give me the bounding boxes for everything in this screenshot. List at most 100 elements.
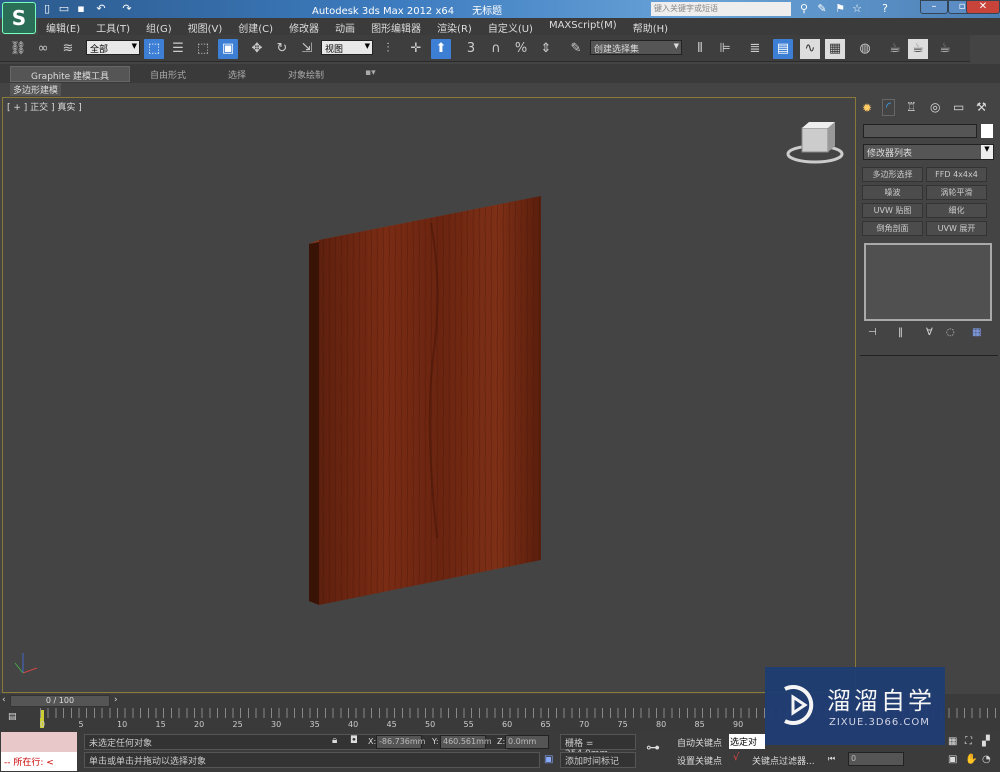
select-by-name-icon[interactable]: ☰ <box>168 39 188 59</box>
modifier-button-poly-select[interactable]: 多边形选择 <box>862 167 923 182</box>
redo-icon[interactable]: ↷ <box>120 2 134 16</box>
maxscript-listener[interactable] <box>1 732 77 752</box>
next-frame-icon[interactable]: › <box>114 695 118 705</box>
time-tag-icon[interactable]: ▣ <box>544 754 553 765</box>
set-key-button[interactable]: 设置关键点 <box>677 754 722 767</box>
snap-3d-icon[interactable]: 3 <box>461 39 481 59</box>
reference-coord-dropdown[interactable]: 视图 <box>321 40 373 55</box>
app-logo[interactable]: S <box>2 2 36 34</box>
schematic-view-icon[interactable]: ▦ <box>825 39 845 59</box>
orbit-icon[interactable]: ◔ <box>982 754 991 765</box>
remove-modifier-icon[interactable]: ◌ <box>946 327 955 338</box>
bind-spacewarp-icon[interactable]: ≋ <box>58 39 78 59</box>
menu-animation[interactable]: 动画 <box>327 18 363 35</box>
edit-named-sets-icon[interactable]: ✎ <box>566 39 586 59</box>
modifier-button-turbosmooth[interactable]: 涡轮平滑 <box>926 185 987 200</box>
render-setup-icon[interactable]: ☕ <box>885 39 905 59</box>
hierarchy-tab-icon[interactable]: ♖ <box>906 100 917 114</box>
align-icon[interactable]: ⊫ <box>715 39 735 59</box>
menu-graph-editors[interactable]: 图形编辑器 <box>363 18 429 35</box>
go-to-start-icon[interactable]: ⏮ <box>828 754 835 764</box>
viewport-orthographic[interactable]: [ + ] 正交 ] 真实 ] <box>2 97 856 693</box>
search-input[interactable]: 键入关键字或短语 <box>651 2 791 16</box>
menu-create[interactable]: 创建(C) <box>230 18 281 35</box>
percent-snap-icon[interactable]: % <box>511 39 531 59</box>
ribbon-options-icon[interactable]: ▪▾ <box>345 66 396 82</box>
pin-stack-icon[interactable]: ⊣ <box>868 327 877 338</box>
motion-tab-icon[interactable]: ◎ <box>930 100 940 114</box>
script-line-label[interactable]: -- 所在行: < <box>1 752 77 771</box>
selection-filter-dropdown[interactable]: 全部 <box>86 40 140 55</box>
menu-modifiers[interactable]: 修改器 <box>281 18 327 35</box>
key-selection-dropdown[interactable]: 选定对象 <box>729 734 765 749</box>
configure-sets-icon[interactable]: ▦ <box>972 327 981 338</box>
time-slider[interactable]: 0 / 100 <box>10 695 110 707</box>
tab-selection[interactable]: 选择 <box>208 66 266 82</box>
tab-freeform[interactable]: 自由形式 <box>130 66 206 82</box>
wrench-icon[interactable]: ✎ <box>815 2 829 16</box>
binoculars-icon[interactable]: ⚲ <box>797 2 811 16</box>
pan-hand-icon[interactable]: ✋ <box>965 754 977 765</box>
make-unique-icon[interactable]: ∀ <box>926 327 933 338</box>
modifier-stack[interactable] <box>864 243 992 321</box>
menu-maxscript[interactable]: MAXScript(M) <box>541 18 625 35</box>
scene-explorer-icon[interactable]: ▤ <box>773 39 793 59</box>
modifier-button-bevel-profile[interactable]: 倒角剖面 <box>862 221 923 236</box>
link-icon[interactable]: ⛓ <box>8 39 28 59</box>
modify-tab-icon[interactable]: ◜ <box>882 99 896 116</box>
lock-icon[interactable]: 🔒︎ <box>332 735 337 746</box>
rect-selection-icon[interactable]: ⬚ <box>193 39 213 59</box>
zoom-extents-icon[interactable]: ▦ <box>948 736 957 747</box>
star-icon[interactable]: ☆ <box>850 2 864 16</box>
z-coord-field[interactable]: 0.0mm <box>505 735 549 749</box>
scale-icon[interactable]: ⇲ <box>297 39 317 59</box>
viewcube[interactable] <box>786 122 844 164</box>
layer-manager-icon[interactable]: ≣ <box>745 39 765 59</box>
satellite-icon[interactable]: ⚑ <box>833 2 847 16</box>
menu-group[interactable]: 组(G) <box>138 18 180 35</box>
modifier-button-noise[interactable]: 噪波 <box>862 185 923 200</box>
y-coord-field[interactable]: 460.561mm <box>440 735 492 749</box>
rotate-icon[interactable]: ↻ <box>272 39 292 59</box>
menu-help[interactable]: 帮助(H) <box>625 18 676 35</box>
menu-rendering[interactable]: 渲染(R) <box>429 18 480 35</box>
key-filters-button[interactable]: 关键点过滤器... <box>752 754 815 767</box>
minimize-button[interactable]: – <box>920 0 948 14</box>
object-color-swatch[interactable] <box>981 124 993 138</box>
absolute-mode-icon[interactable]: ◘ <box>350 735 358 746</box>
zoom-all-icon[interactable]: ▞ <box>982 736 990 747</box>
add-time-tag[interactable]: 添加时间标记 <box>560 752 636 768</box>
menu-edit[interactable]: 编辑(E) <box>38 18 88 35</box>
angle-snap-icon[interactable]: ∩ <box>486 39 506 59</box>
tab-object-paint[interactable]: 对象绘制 <box>268 66 344 82</box>
named-selection-dropdown[interactable]: 创建选择集 <box>590 40 682 55</box>
ribbon-panel-polygon-modeling[interactable]: 多边形建模 <box>10 83 62 96</box>
modifier-button-tessellate[interactable]: 细化 <box>926 203 987 218</box>
move-icon[interactable]: ✥ <box>247 39 267 59</box>
curve-editor-icon[interactable]: ∿ <box>800 39 820 59</box>
undo-icon[interactable]: ↶ <box>94 2 108 16</box>
set-key-icon[interactable]: ⊶ <box>646 740 660 756</box>
x-coord-field[interactable]: -86.736mm <box>376 735 425 749</box>
tab-graphite[interactable]: Graphite 建模工具 <box>10 66 131 82</box>
render-production-icon[interactable]: ☕ <box>935 39 955 59</box>
modifier-button-ffd[interactable]: FFD 4x4x4 <box>926 167 987 182</box>
window-crossing-icon[interactable]: ▣ <box>218 39 238 59</box>
modifier-button-unwrap-uvw[interactable]: UVW 展开 <box>926 221 987 236</box>
keyboard-shortcut-icon[interactable]: ⬆ <box>431 39 451 59</box>
auto-key-button[interactable]: 自动关键点 <box>677 736 722 749</box>
mini-curve-editor-icon[interactable]: ▤ <box>8 712 17 722</box>
save-icon[interactable]: ▪ <box>74 2 88 16</box>
material-editor-icon[interactable]: ◍ <box>855 39 875 59</box>
utilities-tab-icon[interactable]: ⚒ <box>976 100 987 114</box>
max-viewport-icon[interactable]: ▣ <box>948 754 957 765</box>
display-tab-icon[interactable]: ▭ <box>953 100 964 114</box>
pivot-icon[interactable]: ⫶ <box>378 39 398 59</box>
rendered-frame-icon[interactable]: ☕ <box>908 39 928 59</box>
close-button[interactable]: ✕ <box>966 0 1000 14</box>
menu-views[interactable]: 视图(V) <box>180 18 231 35</box>
menu-tools[interactable]: 工具(T) <box>88 18 138 35</box>
open-file-icon[interactable]: ▭ <box>57 2 71 16</box>
mirror-icon[interactable]: ⫴ <box>690 39 710 59</box>
spinner-snap-icon[interactable]: ⇕ <box>536 39 556 59</box>
